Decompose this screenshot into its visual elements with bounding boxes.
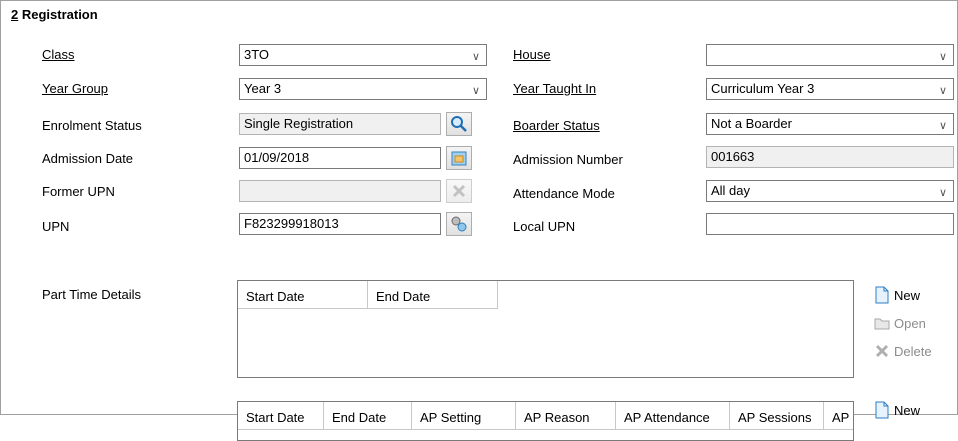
enrolment-search-button[interactable] (446, 112, 472, 136)
year-taught-in-value: Curriculum Year 3 (711, 81, 815, 96)
year-group-combo[interactable]: Year 3 ∨ (239, 78, 487, 100)
new-document-icon (875, 401, 889, 419)
enrolment-status-field: Single Registration (239, 113, 441, 135)
column-header-start-date[interactable]: Start Date (238, 402, 324, 430)
delete-x-icon (875, 344, 889, 358)
house-combo[interactable]: ∨ (706, 44, 954, 66)
chevron-down-icon: ∨ (471, 51, 480, 63)
gears-icon (451, 216, 467, 232)
registration-panel: 2 Registration Class 3TO ∨ Year Group Ye… (0, 0, 958, 441)
local-upn-label: Local UPN (513, 219, 576, 234)
local-upn-field[interactable] (706, 213, 954, 235)
column-header-ap-attendance[interactable]: AP Attendance (616, 402, 730, 430)
alternative-provision-grid[interactable]: Start Date End Date AP Setting AP Reason… (237, 401, 854, 441)
part-time-open-button[interactable]: Open (874, 314, 926, 332)
year-taught-in-label[interactable]: Year Taught In (513, 81, 596, 96)
ap-new-button[interactable]: New (874, 401, 920, 419)
boarder-status-combo[interactable]: Not a Boarder ∨ (706, 113, 954, 135)
column-header-end-date[interactable]: End Date (368, 281, 498, 309)
open-folder-icon (874, 318, 890, 330)
admission-number-field: 001663 (706, 146, 954, 168)
calendar-icon (451, 151, 467, 166)
boarder-status-value: Not a Boarder (711, 116, 792, 131)
delete-label: Delete (894, 343, 932, 359)
section-title-text: Registration (18, 7, 98, 22)
admission-date-calendar-button[interactable] (446, 146, 472, 170)
year-group-label[interactable]: Year Group (42, 81, 108, 96)
class-combo[interactable]: 3TO ∨ (239, 44, 487, 66)
attendance-mode-value: All day (711, 183, 751, 198)
new-label: New (894, 402, 921, 418)
column-header-ap-reason[interactable]: AP Reason (516, 402, 616, 430)
magnifier-icon (451, 116, 467, 132)
boarder-status-label[interactable]: Boarder Status (513, 118, 600, 133)
upn-generate-button[interactable] (446, 212, 472, 236)
class-value: 3TO (244, 47, 270, 62)
enrolment-status-label: Enrolment Status (42, 118, 142, 133)
year-taught-in-combo[interactable]: Curriculum Year 3 ∨ (706, 78, 954, 100)
part-time-details-label: Part Time Details (42, 287, 141, 302)
chevron-down-icon: ∨ (938, 85, 947, 97)
column-header-ap-sessions[interactable]: AP Sessions (730, 402, 824, 430)
new-label: New (894, 287, 921, 303)
part-time-delete-button[interactable]: Delete (874, 342, 932, 360)
upn-label: UPN (42, 219, 70, 234)
column-header-ap-setting[interactable]: AP Setting (412, 402, 516, 430)
chevron-down-icon: ∨ (938, 120, 947, 132)
column-header-start-date[interactable]: Start Date (238, 281, 368, 309)
part-time-grid[interactable]: Start Date End Date (237, 280, 854, 378)
open-label: Open (894, 315, 926, 331)
column-header-ap[interactable]: AP (824, 402, 853, 430)
admission-number-label: Admission Number (513, 152, 623, 167)
attendance-mode-combo[interactable]: All day ∨ (706, 180, 954, 202)
class-label[interactable]: Class (42, 47, 75, 62)
chevron-down-icon: ∨ (938, 187, 947, 199)
admission-date-label: Admission Date (42, 151, 134, 166)
new-document-icon (875, 286, 889, 304)
former-upn-field (239, 180, 441, 202)
chevron-down-icon: ∨ (938, 51, 947, 63)
house-label[interactable]: House (513, 47, 551, 62)
upn-field[interactable]: F823299918013 (239, 213, 441, 235)
chevron-down-icon: ∨ (471, 85, 480, 97)
year-group-value: Year 3 (244, 81, 282, 96)
column-header-end-date[interactable]: End Date (324, 402, 412, 430)
former-upn-label: Former UPN (42, 184, 115, 199)
admission-date-field[interactable]: 01/09/2018 (239, 147, 441, 169)
part-time-new-button[interactable]: New (874, 286, 920, 304)
former-upn-clear-button[interactable] (446, 179, 472, 203)
section-title: 2 Registration (11, 7, 98, 22)
clear-x-icon (452, 184, 466, 198)
attendance-mode-label: Attendance Mode (513, 186, 615, 201)
